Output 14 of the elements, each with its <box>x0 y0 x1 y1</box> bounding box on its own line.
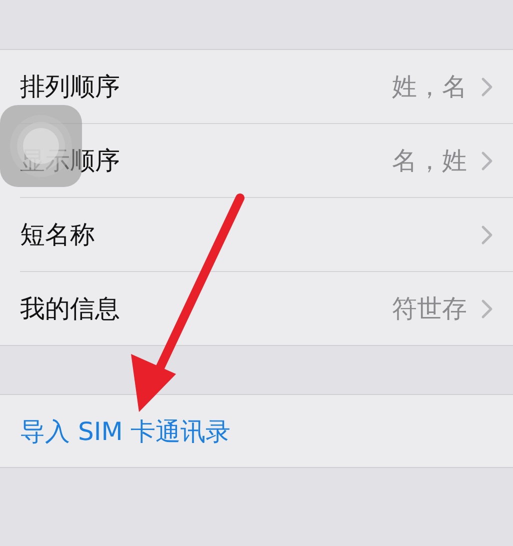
chevron-icon <box>481 150 493 170</box>
chevron-icon <box>481 224 493 244</box>
chevron-icon <box>481 76 493 96</box>
row-value: 名，姓 <box>392 145 467 177</box>
row-value: 符世存 <box>392 293 467 325</box>
row-label: 排列顺序 <box>20 71 121 103</box>
row-value: 姓，名 <box>392 71 467 103</box>
settings-row[interactable]: 我的信息 符世存 <box>20 272 513 345</box>
settings-row[interactable]: 排列顺序 姓，名 <box>20 50 513 124</box>
row-label: 我的信息 <box>20 293 121 325</box>
settings-row[interactable]: 短名称 <box>20 198 513 272</box>
row-label: 短名称 <box>20 219 96 251</box>
row-label: 显示顺序 <box>20 145 121 177</box>
chevron-icon <box>481 298 493 318</box>
